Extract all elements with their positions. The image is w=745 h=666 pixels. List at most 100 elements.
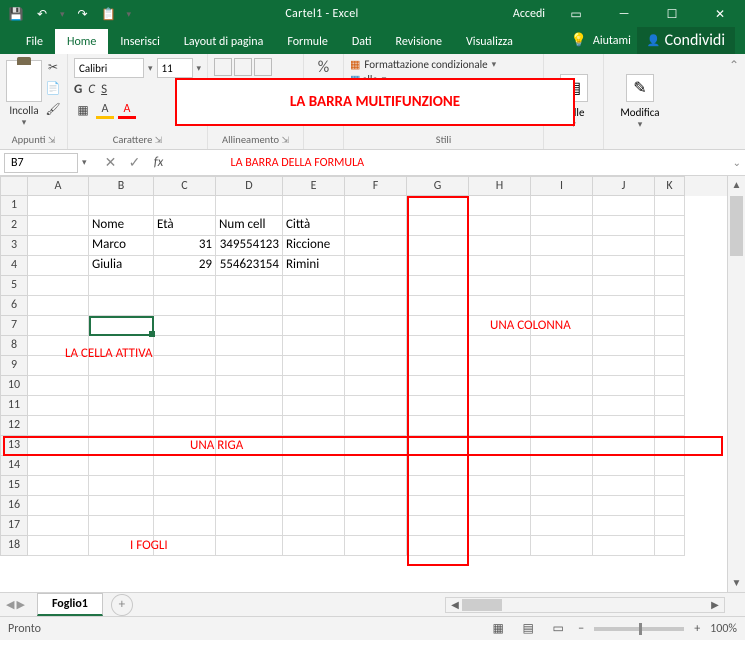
cell-B10[interactable]: [89, 376, 154, 396]
expand-formula-bar-icon[interactable]: ⌄: [733, 156, 741, 169]
cell-H6[interactable]: [469, 296, 531, 316]
cell-G12[interactable]: [407, 416, 469, 436]
cell-C16[interactable]: [154, 496, 216, 516]
cell-K11[interactable]: [655, 396, 685, 416]
cell-J2[interactable]: [593, 216, 655, 236]
cell-D5[interactable]: [216, 276, 283, 296]
cell-K4[interactable]: [655, 256, 685, 276]
fill-color-icon[interactable]: A: [96, 101, 114, 119]
redo-icon[interactable]: ↷: [75, 6, 91, 22]
cell-K10[interactable]: [655, 376, 685, 396]
cell-A6[interactable]: [28, 296, 89, 316]
cell-C12[interactable]: [154, 416, 216, 436]
cell-E2[interactable]: Città: [283, 216, 345, 236]
scroll-down-icon[interactable]: ▼: [728, 574, 745, 592]
cell-C7[interactable]: [154, 316, 216, 336]
row-header-4[interactable]: 4: [0, 256, 28, 276]
font-color-icon[interactable]: A: [118, 101, 136, 119]
cell-J4[interactable]: [593, 256, 655, 276]
italic-button[interactable]: C: [88, 82, 95, 97]
zoom-level-label[interactable]: 100%: [710, 622, 737, 636]
cell-G2[interactable]: [407, 216, 469, 236]
cell-C11[interactable]: [154, 396, 216, 416]
cell-A17[interactable]: [28, 516, 89, 536]
cell-K17[interactable]: [655, 516, 685, 536]
scroll-thumb-h[interactable]: [462, 599, 502, 611]
cell-J5[interactable]: [593, 276, 655, 296]
cell-E14[interactable]: [283, 456, 345, 476]
cell-E10[interactable]: [283, 376, 345, 396]
cell-C9[interactable]: [154, 356, 216, 376]
scroll-left-icon[interactable]: ◀: [448, 598, 462, 611]
cell-G14[interactable]: [407, 456, 469, 476]
cell-C2[interactable]: Età: [154, 216, 216, 236]
cell-E6[interactable]: [283, 296, 345, 316]
cell-E17[interactable]: [283, 516, 345, 536]
cell-J10[interactable]: [593, 376, 655, 396]
cell-H18[interactable]: [469, 536, 531, 556]
cell-A11[interactable]: [28, 396, 89, 416]
cell-I17[interactable]: [531, 516, 593, 536]
row-header-1[interactable]: 1: [0, 196, 28, 216]
spreadsheet-grid[interactable]: ABCDEFGHIJK 123456789101112131415161718 …: [0, 176, 745, 592]
appunti-launcher-icon[interactable]: ⇲: [48, 135, 56, 146]
col-header-E[interactable]: E: [283, 176, 345, 196]
row-header-5[interactable]: 5: [0, 276, 28, 296]
cell-J3[interactable]: [593, 236, 655, 256]
cell-F17[interactable]: [345, 516, 407, 536]
tab-revisione[interactable]: Revisione: [384, 29, 454, 54]
tab-dati[interactable]: Dati: [340, 29, 384, 54]
format-painter-icon[interactable]: 🖌: [44, 100, 62, 118]
cell-F9[interactable]: [345, 356, 407, 376]
cell-C6[interactable]: [154, 296, 216, 316]
cell-D1[interactable]: [216, 196, 283, 216]
sheet-tab-foglio1[interactable]: Foglio1: [37, 593, 103, 616]
cell-I3[interactable]: [531, 236, 593, 256]
cell-I1[interactable]: [531, 196, 593, 216]
cell-F14[interactable]: [345, 456, 407, 476]
cell-G18[interactable]: [407, 536, 469, 556]
cond-format-icon[interactable]: ▦: [350, 58, 360, 71]
cell-D14[interactable]: [216, 456, 283, 476]
align-top-center-icon[interactable]: [234, 58, 252, 76]
row-header-3[interactable]: 3: [0, 236, 28, 256]
cell-F13[interactable]: [345, 436, 407, 456]
cell-J6[interactable]: [593, 296, 655, 316]
cell-I5[interactable]: [531, 276, 593, 296]
undo-icon[interactable]: ↶: [34, 6, 50, 22]
cell-E1[interactable]: [283, 196, 345, 216]
tab-formule[interactable]: Formule: [275, 29, 339, 54]
cell-A16[interactable]: [28, 496, 89, 516]
cell-K14[interactable]: [655, 456, 685, 476]
row-header-8[interactable]: 8: [0, 336, 28, 356]
cell-D18[interactable]: [216, 536, 283, 556]
sheet-nav-prev-icon[interactable]: ◀: [6, 598, 14, 611]
cells-area[interactable]: NomeEtàNum cellCittàMarco31349554123Ricc…: [28, 196, 727, 556]
col-header-B[interactable]: B: [89, 176, 154, 196]
col-header-K[interactable]: K: [655, 176, 685, 196]
cell-A1[interactable]: [28, 196, 89, 216]
cell-G4[interactable]: [407, 256, 469, 276]
bold-button[interactable]: G: [74, 82, 82, 97]
font-name-select[interactable]: [74, 58, 144, 78]
cell-K3[interactable]: [655, 236, 685, 256]
cell-C17[interactable]: [154, 516, 216, 536]
row-header-18[interactable]: 18: [0, 536, 28, 556]
cell-J7[interactable]: [593, 316, 655, 336]
row-header-13[interactable]: 13: [0, 436, 28, 456]
cell-B13[interactable]: [89, 436, 154, 456]
font-size-select[interactable]: [157, 58, 193, 78]
cell-G8[interactable]: [407, 336, 469, 356]
view-normal-icon[interactable]: ▦: [488, 620, 508, 638]
cell-H15[interactable]: [469, 476, 531, 496]
ribbon-collapse-icon[interactable]: ⌃: [729, 58, 739, 73]
cell-F18[interactable]: [345, 536, 407, 556]
cell-J12[interactable]: [593, 416, 655, 436]
row-headers[interactable]: 123456789101112131415161718: [0, 196, 28, 556]
enter-formula-icon[interactable]: ✓: [123, 152, 147, 174]
cell-G7[interactable]: [407, 316, 469, 336]
cell-G9[interactable]: [407, 356, 469, 376]
col-header-H[interactable]: H: [469, 176, 531, 196]
save-icon[interactable]: 💾: [8, 6, 24, 22]
cell-E16[interactable]: [283, 496, 345, 516]
